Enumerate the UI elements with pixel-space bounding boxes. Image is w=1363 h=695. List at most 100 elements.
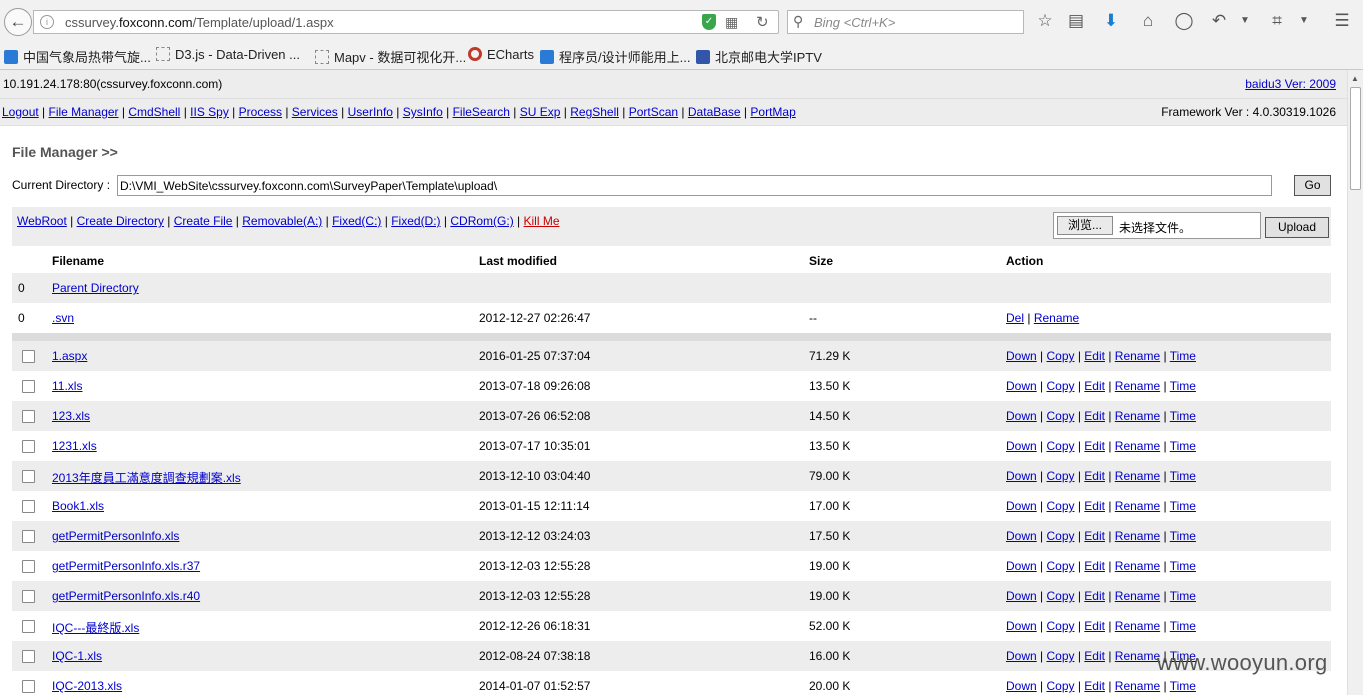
nav-link-iis-spy[interactable]: IIS Spy: [190, 105, 229, 119]
edit-action-link[interactable]: Edit: [1084, 529, 1105, 543]
rename-action-link[interactable]: Rename: [1115, 649, 1160, 663]
down-action-link[interactable]: Down: [1006, 559, 1037, 573]
copy-action-link[interactable]: Copy: [1046, 679, 1074, 693]
rename-action-link[interactable]: Rename: [1115, 559, 1160, 573]
edit-action-link[interactable]: Edit: [1084, 619, 1105, 633]
copy-action-link[interactable]: Copy: [1046, 529, 1074, 543]
shield-icon[interactable]: ✓: [702, 14, 716, 30]
file-name-link[interactable]: getPermitPersonInfo.xls: [52, 529, 179, 543]
go-button[interactable]: Go: [1294, 175, 1331, 196]
reload-icon[interactable]: ↻: [756, 13, 769, 31]
chat-icon[interactable]: ◯: [1173, 11, 1195, 31]
quick-link-cdrom-g[interactable]: CDRom(G:): [450, 214, 513, 228]
edit-action-link[interactable]: Edit: [1084, 379, 1105, 393]
back-icon[interactable]: ←: [4, 8, 32, 36]
download-icon[interactable]: ⬇: [1100, 11, 1122, 31]
file-checkbox[interactable]: [22, 530, 35, 543]
address-bar[interactable]: i cssurvey.foxconn.com/Template/upload/1…: [33, 10, 779, 34]
rename-action-link[interactable]: Rename: [1115, 439, 1160, 453]
nav-link-filesearch[interactable]: FileSearch: [453, 105, 510, 119]
scrollbar[interactable]: ▲: [1347, 70, 1363, 695]
rename-action-link[interactable]: Rename: [1115, 619, 1160, 633]
nav-link-portmap[interactable]: PortMap: [750, 105, 795, 119]
time-action-link[interactable]: Time: [1170, 349, 1196, 363]
browse-button[interactable]: 浏览...: [1057, 216, 1113, 235]
nav-link-database[interactable]: DataBase: [688, 105, 741, 119]
nav-link-regshell[interactable]: RegShell: [570, 105, 619, 119]
copy-action-link[interactable]: Copy: [1046, 469, 1074, 483]
file-name-link[interactable]: IQC-1.xls: [52, 649, 102, 663]
file-name-link[interactable]: 123.xls: [52, 409, 90, 423]
bookmark-item[interactable]: 中国气象局热带气旋...: [4, 47, 151, 66]
scroll-up-icon[interactable]: ▲: [1351, 74, 1359, 83]
time-action-link[interactable]: Time: [1170, 679, 1196, 693]
nav-link-userinfo[interactable]: UserInfo: [348, 105, 393, 119]
bookmark-item[interactable]: 北京邮电大学IPTV: [696, 47, 822, 66]
nav-link-su-exp[interactable]: SU Exp: [520, 105, 561, 119]
nav-link-cmdshell[interactable]: CmdShell: [128, 105, 180, 119]
chevron-down-icon[interactable]: ▼: [1234, 15, 1256, 26]
quick-link-fixed-d[interactable]: Fixed(D:): [391, 214, 440, 228]
edit-action-link[interactable]: Edit: [1084, 409, 1105, 423]
undo-icon[interactable]: ↶: [1208, 11, 1230, 31]
rename-action-link[interactable]: Rename: [1115, 349, 1160, 363]
file-checkbox[interactable]: [22, 590, 35, 603]
file-name-link[interactable]: getPermitPersonInfo.xls.r37: [52, 559, 200, 573]
file-name-link[interactable]: IQC-2013.xls: [52, 679, 122, 693]
edit-action-link[interactable]: Edit: [1084, 349, 1105, 363]
file-checkbox[interactable]: [22, 380, 35, 393]
time-action-link[interactable]: Time: [1170, 409, 1196, 423]
copy-action-link[interactable]: Copy: [1046, 379, 1074, 393]
crop-icon[interactable]: ⌗: [1266, 11, 1288, 31]
file-checkbox[interactable]: [22, 350, 35, 363]
down-action-link[interactable]: Down: [1006, 499, 1037, 513]
rename-action-link[interactable]: Rename: [1034, 311, 1079, 325]
down-action-link[interactable]: Down: [1006, 409, 1037, 423]
dir-name-link[interactable]: .svn: [52, 311, 74, 325]
time-action-link[interactable]: Time: [1170, 379, 1196, 393]
version-link[interactable]: baidu3 Ver: 2009: [1245, 77, 1336, 91]
quick-link-webroot[interactable]: WebRoot: [17, 214, 67, 228]
bookmark-item[interactable]: Mapv - 数据可视化开...: [315, 47, 466, 66]
file-name-link[interactable]: 1.aspx: [52, 349, 87, 363]
nav-link-logout[interactable]: Logout: [2, 105, 39, 119]
edit-action-link[interactable]: Edit: [1084, 439, 1105, 453]
file-checkbox[interactable]: [22, 560, 35, 573]
file-checkbox[interactable]: [22, 620, 35, 633]
file-name-link[interactable]: getPermitPersonInfo.xls.r40: [52, 589, 200, 603]
edit-action-link[interactable]: Edit: [1084, 589, 1105, 603]
down-action-link[interactable]: Down: [1006, 349, 1037, 363]
file-checkbox[interactable]: [22, 410, 35, 423]
nav-link-file-manager[interactable]: File Manager: [49, 105, 119, 119]
edit-action-link[interactable]: Edit: [1084, 649, 1105, 663]
time-action-link[interactable]: Time: [1170, 439, 1196, 453]
rename-action-link[interactable]: Rename: [1115, 499, 1160, 513]
search-input[interactable]: ⚲ Bing <Ctrl+K>: [787, 10, 1024, 34]
nav-link-process[interactable]: Process: [239, 105, 282, 119]
edit-action-link[interactable]: Edit: [1084, 559, 1105, 573]
file-name-link[interactable]: 2013年度員工滿意度調查規劃案.xls: [52, 469, 241, 486]
copy-action-link[interactable]: Copy: [1046, 589, 1074, 603]
rename-action-link[interactable]: Rename: [1115, 679, 1160, 693]
copy-action-link[interactable]: Copy: [1046, 559, 1074, 573]
rename-action-link[interactable]: Rename: [1115, 469, 1160, 483]
down-action-link[interactable]: Down: [1006, 469, 1037, 483]
down-action-link[interactable]: Down: [1006, 679, 1037, 693]
file-input[interactable]: 浏览... 未选择文件。: [1053, 212, 1261, 239]
bookmark-star-icon[interactable]: ☆: [1034, 11, 1056, 31]
kill-me-link[interactable]: Kill Me: [523, 214, 559, 228]
copy-action-link[interactable]: Copy: [1046, 499, 1074, 513]
nav-link-sysinfo[interactable]: SysInfo: [403, 105, 443, 119]
current-dir-input[interactable]: [117, 175, 1272, 196]
time-action-link[interactable]: Time: [1170, 499, 1196, 513]
down-action-link[interactable]: Down: [1006, 439, 1037, 453]
edit-action-link[interactable]: Edit: [1084, 679, 1105, 693]
rename-action-link[interactable]: Rename: [1115, 409, 1160, 423]
copy-action-link[interactable]: Copy: [1046, 439, 1074, 453]
nav-link-services[interactable]: Services: [292, 105, 338, 119]
upload-button[interactable]: Upload: [1265, 217, 1329, 238]
down-action-link[interactable]: Down: [1006, 589, 1037, 603]
qr-code-icon[interactable]: ▦: [725, 14, 738, 31]
chevron-down-icon[interactable]: ▼: [1293, 15, 1315, 26]
scrollbar-thumb[interactable]: [1350, 87, 1361, 190]
